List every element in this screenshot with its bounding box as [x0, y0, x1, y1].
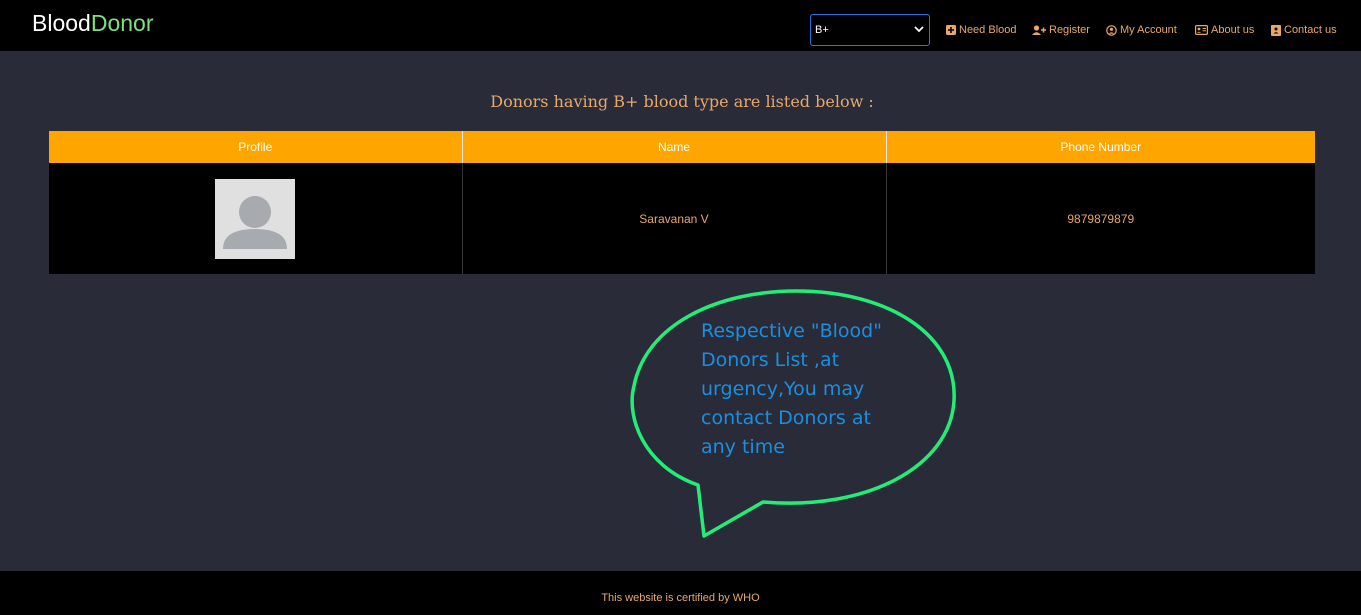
footer: This website is certified by WHO: [0, 571, 1361, 615]
profile-cell: [49, 163, 463, 274]
nav-my-account[interactable]: My Account: [1106, 22, 1177, 38]
column-header-profile: Profile: [49, 131, 463, 163]
nav-contact-us[interactable]: Contact us: [1271, 22, 1337, 38]
nav-register[interactable]: Register: [1032, 22, 1090, 38]
user-circle-icon: [1106, 24, 1117, 36]
blood-type-select[interactable]: B+: [810, 14, 930, 46]
blood-type-value: B+: [815, 24, 829, 36]
contact-book-icon: [1271, 24, 1281, 36]
table-header-row: Profile Name Phone Number: [49, 131, 1315, 163]
donor-name: Saravanan V: [462, 163, 887, 274]
donors-table: Profile Name Phone Number Saravanan V 98…: [49, 131, 1315, 274]
plus-square-icon: [946, 25, 956, 35]
brand-logo[interactable]: BloodDonor: [32, 9, 153, 37]
user-placeholder-icon: [223, 195, 288, 249]
annotation-text: Respective "Blood" Donors List ,at urgen…: [701, 320, 882, 458]
chevron-down-icon: [914, 26, 924, 33]
column-header-name: Name: [462, 131, 887, 163]
footer-text: This website is certified by WHO: [601, 592, 760, 604]
id-card-icon: [1195, 25, 1208, 35]
avatar: [215, 178, 296, 259]
nav-need-blood[interactable]: Need Blood: [946, 22, 1017, 38]
navbar: BloodDonor B+ Need Blood Register My Acc…: [0, 0, 1361, 51]
page-heading: Donors having B+ blood type are listed b…: [490, 92, 874, 111]
nav-about-us[interactable]: About us: [1195, 22, 1254, 38]
donor-phone[interactable]: 9879879879: [886, 163, 1315, 274]
user-plus-icon: [1032, 25, 1046, 35]
column-header-phone: Phone Number: [886, 131, 1315, 163]
table-row: Saravanan V 9879879879: [49, 163, 1315, 274]
